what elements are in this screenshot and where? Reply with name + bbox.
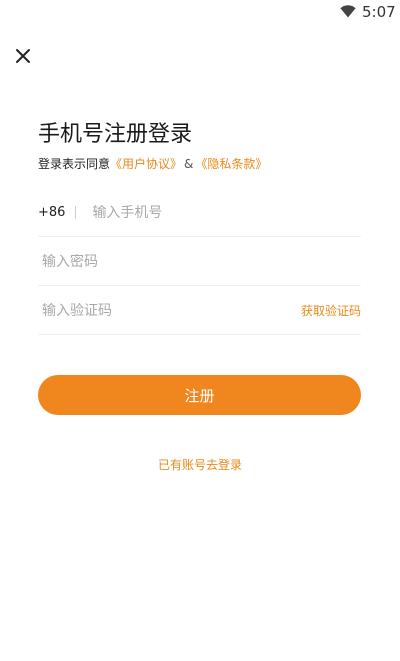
status-bar: 5:07 bbox=[0, 0, 400, 24]
register-button[interactable]: 注册 bbox=[38, 375, 361, 415]
verification-row: 获取验证码 bbox=[38, 287, 361, 335]
get-code-button[interactable]: 获取验证码 bbox=[301, 302, 361, 319]
agreement-line: 登录表示同意《用户协议》 & 《隐私条款》 bbox=[38, 156, 267, 172]
country-code[interactable]: +86 bbox=[38, 205, 65, 220]
agreement-prefix: 登录表示同意 bbox=[38, 157, 111, 171]
verification-code-input[interactable] bbox=[38, 302, 301, 319]
wifi-icon bbox=[340, 5, 356, 18]
phone-input[interactable] bbox=[92, 204, 361, 221]
agreement-separator: & bbox=[184, 157, 194, 171]
password-input[interactable] bbox=[38, 253, 361, 270]
status-time: 5:07 bbox=[362, 3, 396, 21]
login-link[interactable]: 已有账号去登录 bbox=[0, 456, 400, 473]
page-title: 手机号注册登录 bbox=[38, 122, 193, 147]
close-icon[interactable] bbox=[14, 47, 32, 65]
privacy-policy-link[interactable]: 《隐私条款》 bbox=[195, 157, 267, 171]
phone-row: +86 bbox=[38, 189, 361, 237]
password-row bbox=[38, 238, 361, 286]
country-code-divider bbox=[75, 206, 77, 219]
user-agreement-link[interactable]: 《用户协议》 bbox=[110, 157, 182, 171]
